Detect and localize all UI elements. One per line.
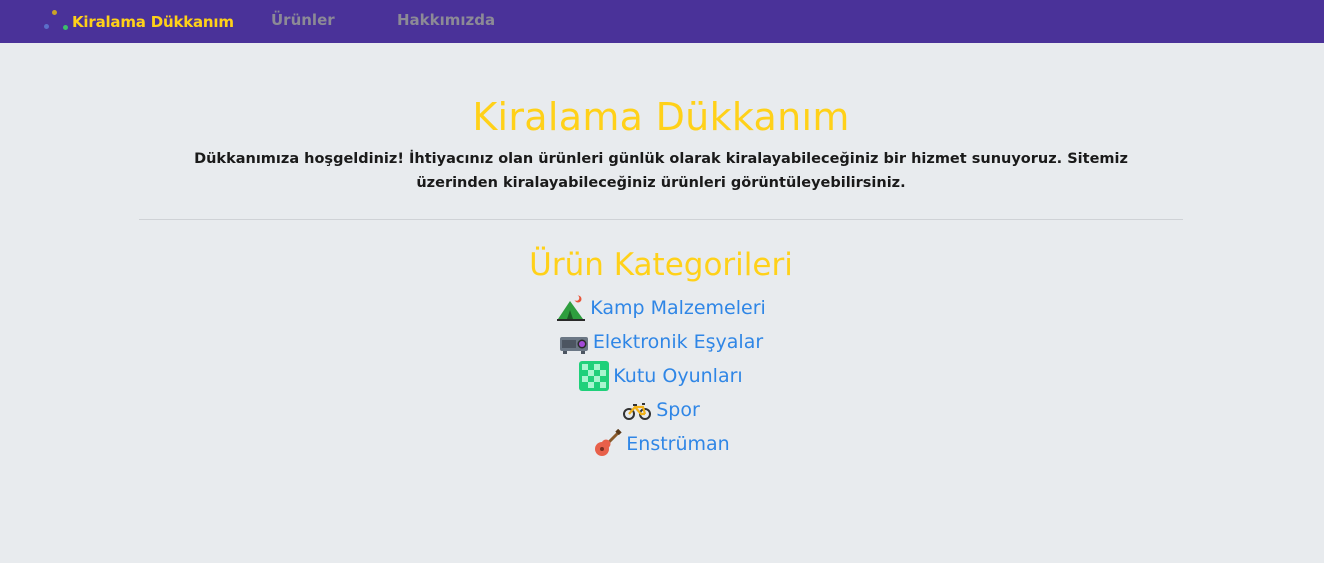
nav-link-hakkimizda[interactable]: Hakkımızda	[397, 0, 495, 43]
projector-icon	[559, 327, 589, 357]
main-content: Kiralama Dükkanım Dükkanımıza hoşgeldini…	[139, 43, 1183, 461]
category-label: Kutu Oyunları	[613, 365, 743, 387]
brand-name: Kiralama Dükkanım	[72, 12, 234, 31]
guitar-icon	[592, 429, 622, 459]
category-item: Kamp Malzemeleri	[139, 291, 1183, 325]
divider	[139, 219, 1183, 220]
categories-title: Ürün Kategorileri	[529, 247, 793, 283]
category-link-kutu-oyunlari[interactable]: Kutu Oyunları	[579, 359, 743, 393]
page-title: Kiralama Dükkanım	[472, 95, 850, 139]
category-link-kamp[interactable]: Kamp Malzemeleri	[556, 291, 766, 325]
bicycle-icon	[622, 395, 652, 425]
category-item: Elektronik Eşyalar	[139, 325, 1183, 359]
navbar: Kiralama Dükkanım Ürünler Hakkımızda	[0, 0, 1324, 43]
category-list: Kamp Malzemeleri Elektronik Eşyalar Kutu…	[139, 291, 1183, 461]
brand-link[interactable]: Kiralama Dükkanım	[42, 0, 234, 43]
checkerboard-icon	[579, 361, 610, 391]
tent-icon	[556, 293, 586, 323]
category-label: Spor	[656, 399, 700, 421]
category-label: Enstrüman	[626, 433, 730, 455]
brand-logo-icon	[42, 9, 70, 34]
category-item: Kutu Oyunları	[139, 359, 1183, 393]
category-link-spor[interactable]: Spor	[622, 393, 700, 427]
category-link-elektronik[interactable]: Elektronik Eşyalar	[559, 325, 763, 359]
intro-text: Dükkanımıza hoşgeldiniz! İhtiyacınız ola…	[194, 151, 1128, 191]
category-link-enstruman[interactable]: Enstrüman	[592, 427, 730, 461]
nav-link-urunler[interactable]: Ürünler	[271, 0, 335, 43]
category-item: Enstrüman	[139, 427, 1183, 461]
category-item: Spor	[139, 393, 1183, 427]
category-label: Elektronik Eşyalar	[592, 331, 764, 353]
category-label: Kamp Malzemeleri	[590, 297, 766, 319]
